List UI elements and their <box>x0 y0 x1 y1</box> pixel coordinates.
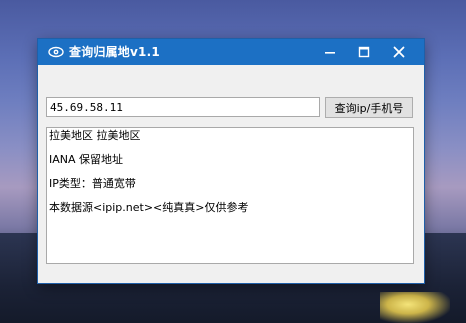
title-bar[interactable]: 查询归属地v1.1 <box>38 39 424 65</box>
maximize-icon <box>358 43 370 62</box>
desktop-wallpaper-glow <box>380 292 450 323</box>
result-line-iana: IANA 保留地址 <box>49 153 124 166</box>
close-icon <box>393 43 405 62</box>
result-line-region: 拉美地区 拉美地区 <box>49 129 141 142</box>
window-title: 查询归属地v1.1 <box>69 45 160 59</box>
result-textarea[interactable]: 拉美地区 拉美地区 IANA 保留地址 IP类型：普通宽带 本数据源<ipip.… <box>46 127 414 264</box>
minimize-button[interactable] <box>313 39 347 65</box>
query-button[interactable]: 查询ip/手机号 <box>325 97 413 118</box>
ip-input[interactable] <box>46 97 320 117</box>
close-button[interactable] <box>382 39 416 65</box>
result-line-ip-type: IP类型：普通宽带 <box>49 177 136 190</box>
app-window: 查询归属地v1.1 查询ip/手机号 拉美地区 拉美地区 IANA 保留地址 I… <box>38 39 424 283</box>
minimize-icon <box>324 43 336 62</box>
result-line-source-note: 本数据源<ipip.net><纯真真>仅供参考 <box>49 201 249 214</box>
maximize-button[interactable] <box>347 39 381 65</box>
app-eye-icon <box>48 44 64 60</box>
